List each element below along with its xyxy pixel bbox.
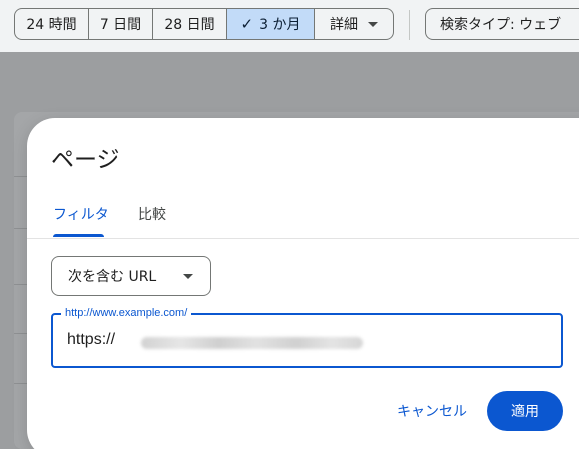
date-range-toolbar: 24 時間 7 日間 28 日間 ✓ 3 か月 詳細 検索タイプ: ウェブ xyxy=(0,0,579,52)
active-tab-indicator xyxy=(53,234,104,237)
range-3m-label: 3 か月 xyxy=(259,17,301,33)
range-7d-button[interactable]: 7 日間 xyxy=(89,9,153,39)
search-type-chip[interactable]: 検索タイプ: ウェブ xyxy=(425,8,579,40)
tab-compare[interactable]: 比較 xyxy=(138,204,166,224)
chevron-down-icon xyxy=(368,21,378,27)
tab-filter[interactable]: フィルタ xyxy=(53,204,109,224)
range-28d-label: 28 日間 xyxy=(164,17,215,33)
range-7d-label: 7 日間 xyxy=(99,17,142,33)
page-filter-dialog: ページ フィルタ 比較 次を含む URL http://www.example.… xyxy=(27,118,579,449)
range-24h-button[interactable]: 24 時間 xyxy=(15,9,89,39)
search-type-label: 検索タイプ: ウェブ xyxy=(440,17,562,33)
apply-button[interactable]: 適用 xyxy=(487,391,563,431)
range-28d-button[interactable]: 28 日間 xyxy=(153,9,227,39)
url-input[interactable]: http://www.example.com/ https:// xyxy=(51,306,563,368)
chevron-down-icon xyxy=(183,274,193,279)
dialog-title: ページ xyxy=(51,147,120,173)
url-input-label: http://www.example.com/ xyxy=(61,306,192,320)
toolbar-divider xyxy=(409,10,410,40)
cancel-button[interactable]: キャンセル xyxy=(387,393,477,429)
range-24h-label: 24 時間 xyxy=(26,17,77,33)
match-type-value: 次を含む URL xyxy=(68,269,157,285)
details-dropdown-button[interactable]: 詳細 xyxy=(315,9,393,39)
redacted-url-text xyxy=(141,337,363,349)
tab-divider xyxy=(27,238,579,239)
date-range-selector: 24 時間 7 日間 28 日間 ✓ 3 か月 詳細 xyxy=(14,8,394,40)
range-3m-button[interactable]: ✓ 3 か月 xyxy=(227,9,315,39)
match-type-select[interactable]: 次を含む URL xyxy=(51,256,211,296)
checkmark-icon: ✓ xyxy=(240,15,254,33)
url-input-value: https:// xyxy=(67,331,116,348)
details-label: 詳細 xyxy=(330,17,358,33)
